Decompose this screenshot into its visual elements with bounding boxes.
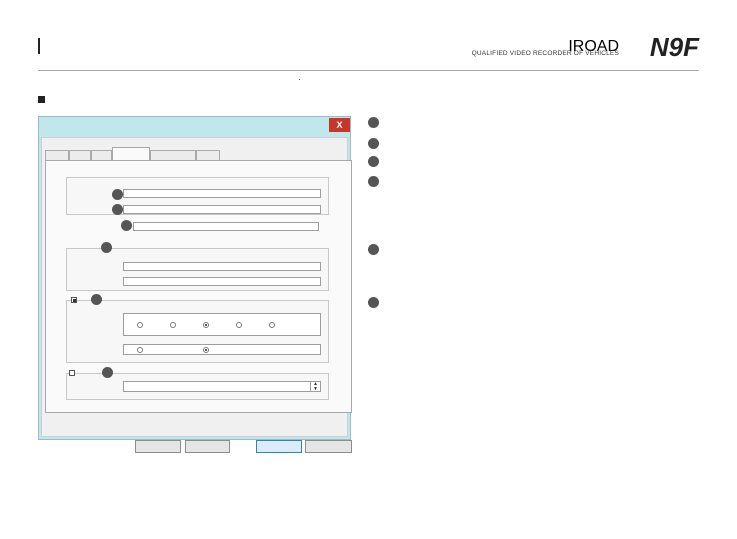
group-1 <box>66 177 329 215</box>
brand-tagline: QUALIFIED VIDEO RECORDER OF VEHICLES <box>471 50 619 57</box>
callout-6 <box>102 367 113 378</box>
dialog-body: ▲ ▼ <box>41 137 352 453</box>
close-button[interactable]: X <box>329 118 350 132</box>
brand-logo: IROAD N9F QUALIFIED VIDEO RECORDER OF VE… <box>459 32 699 64</box>
list-callout-2 <box>368 138 379 149</box>
tab-6[interactable] <box>196 150 220 160</box>
section-bullet <box>38 96 45 103</box>
callout-4 <box>101 242 112 253</box>
tab-active[interactable] <box>112 147 150 161</box>
header-bar <box>38 38 40 54</box>
radio-option-7[interactable] <box>203 347 209 353</box>
header-divider <box>38 70 699 71</box>
radio-option-6[interactable] <box>137 347 143 353</box>
button-1[interactable] <box>135 440 181 453</box>
spinner-arrows-icon[interactable]: ▲ ▼ <box>310 382 319 392</box>
list-callout-4 <box>368 176 379 187</box>
number-spinner[interactable]: ▲ ▼ <box>123 381 321 392</box>
tab-3[interactable] <box>91 150 112 160</box>
radio-option-5[interactable] <box>269 322 275 328</box>
callout-5 <box>91 294 102 305</box>
brand-model: N9F <box>649 32 699 62</box>
text-field-3[interactable] <box>133 222 319 231</box>
tab-2[interactable] <box>69 150 91 160</box>
group-2 <box>66 248 329 291</box>
settings-dialog: X ▲ ▼ <box>38 116 352 453</box>
button-2[interactable] <box>185 440 230 453</box>
callout-3 <box>121 220 132 231</box>
callout-2 <box>112 204 123 215</box>
text-field-2[interactable] <box>123 205 321 214</box>
ok-button[interactable] <box>256 440 302 453</box>
radio-option-2[interactable] <box>170 322 176 328</box>
radio-group-2 <box>123 344 321 355</box>
callout-1 <box>112 189 123 200</box>
text-field-5[interactable] <box>123 277 321 286</box>
dot <box>299 79 300 80</box>
radio-group-1 <box>123 313 321 336</box>
text-field-4[interactable] <box>123 262 321 271</box>
tab-pane: ▲ ▼ <box>45 160 352 413</box>
text-field-1[interactable] <box>123 189 321 198</box>
list-callout-3 <box>368 156 379 167</box>
cancel-button[interactable] <box>305 440 352 453</box>
tab-5[interactable] <box>150 150 196 160</box>
radio-option-3[interactable] <box>203 322 209 328</box>
group-3 <box>66 300 329 363</box>
list-callout-1 <box>368 117 379 128</box>
group-4-checkbox[interactable] <box>69 370 75 376</box>
radio-option-4[interactable] <box>236 322 242 328</box>
group-3-checkbox[interactable] <box>71 297 77 303</box>
list-callout-6 <box>368 297 379 308</box>
radio-option-1[interactable] <box>137 322 143 328</box>
tab-1[interactable] <box>45 150 69 160</box>
list-callout-5 <box>368 244 379 255</box>
